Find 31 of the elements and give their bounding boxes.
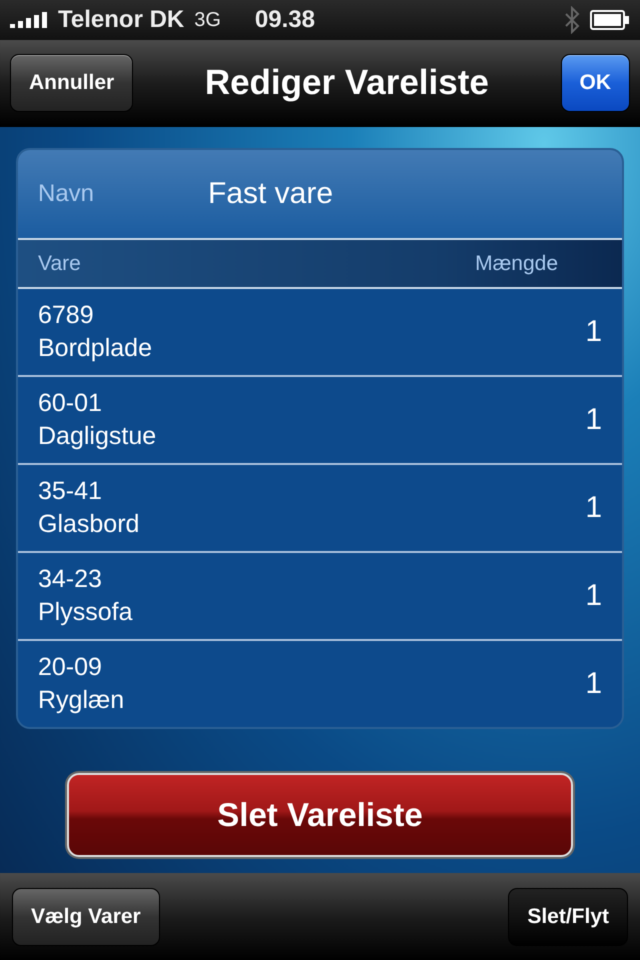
signal-icon <box>10 12 48 28</box>
column-header: Vare <box>38 252 81 276</box>
cancel-button[interactable]: Annuller <box>10 54 134 112</box>
ok-button[interactable]: OK <box>560 54 630 112</box>
carrier-name: Telenor DK <box>58 6 184 34</box>
delete-list-button[interactable]: Slet Vareliste <box>67 773 573 857</box>
toolbar-button[interactable]: Slet/Flyt <box>508 888 628 946</box>
name-label: Navn <box>38 180 96 208</box>
bluetooth-icon <box>564 6 580 34</box>
item-number: 60-01 <box>38 389 103 418</box>
item-name: Glasbord <box>38 510 140 539</box>
item-name: Ryglæn <box>38 686 124 715</box>
column-header: Mængde <box>475 252 558 276</box>
item-number: 20-09 <box>38 653 103 682</box>
name-value[interactable]: Fast vare <box>208 177 334 211</box>
item-number: 35-41 <box>38 477 103 506</box>
network-type: 3G <box>194 8 221 32</box>
item-number: 6789 <box>38 301 95 330</box>
item-quantity: 1 <box>585 667 602 701</box>
screen-title: Rediger Vareliste <box>204 63 490 103</box>
item-quantity: 1 <box>585 403 602 437</box>
item-number: 34-23 <box>38 565 103 594</box>
item-quantity: 1 <box>585 491 602 525</box>
item-quantity: 1 <box>585 579 602 613</box>
item-name: Bordplade <box>38 334 152 363</box>
clock-time: 09.38 <box>254 6 315 34</box>
item-name: Plyssofa <box>38 598 132 627</box>
toolbar-button[interactable]: Vælg Varer <box>12 888 160 946</box>
item-name: Dagligstue <box>38 422 156 451</box>
item-quantity: 1 <box>585 315 602 349</box>
battery-icon <box>590 10 630 30</box>
